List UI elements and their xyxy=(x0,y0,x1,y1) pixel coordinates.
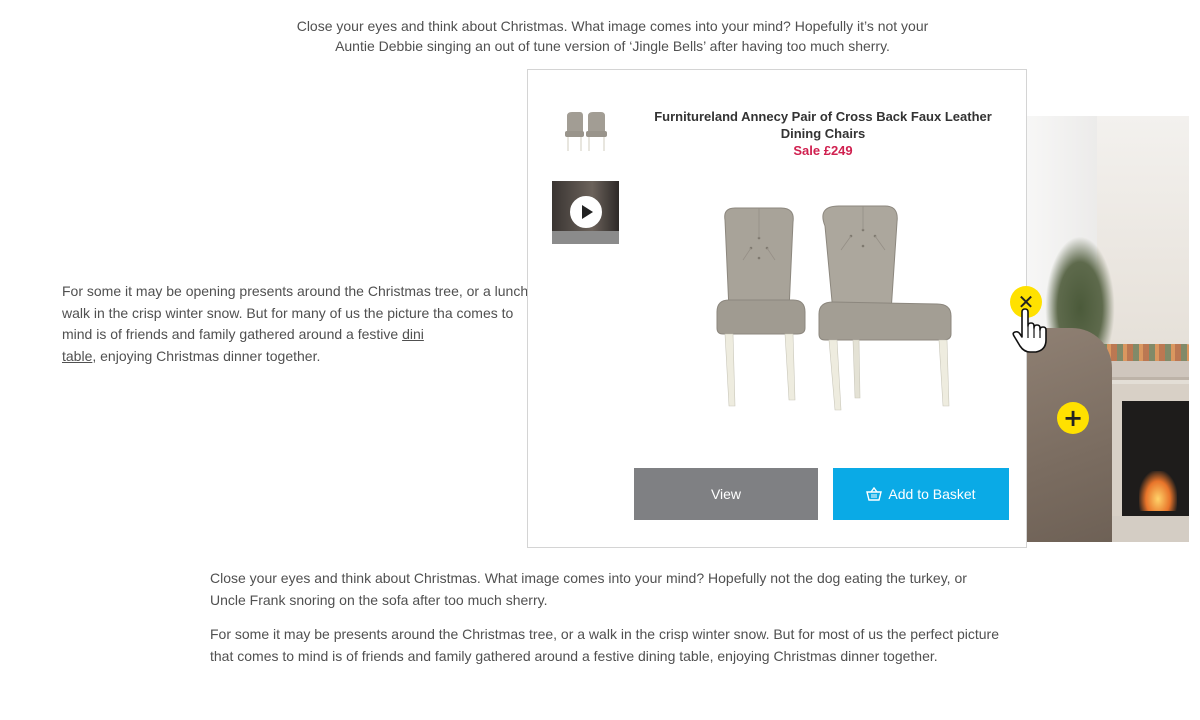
add-to-basket-label: Add to Basket xyxy=(888,486,976,502)
intro-paragraph: Close your eyes and think about Christma… xyxy=(230,16,995,56)
dining-table-link[interactable]: dini xyxy=(402,326,424,342)
video-thumbnail[interactable] xyxy=(552,181,619,244)
left-paragraph-tail: , enjoying Christmas dinner together. xyxy=(92,347,321,364)
chairs-thumbnail-image xyxy=(564,111,607,151)
bottom-paragraph-2: For some it may be presents around the C… xyxy=(210,626,1000,664)
intro-line-2: Auntie Debbie singing an out of tune ver… xyxy=(335,38,890,54)
product-price: Sale £249 xyxy=(793,143,853,158)
product-thumbnail[interactable] xyxy=(552,100,619,163)
view-button[interactable]: View xyxy=(634,468,818,520)
left-paragraph-text: For some it may be opening presents arou… xyxy=(62,283,529,342)
dining-table-link-continued[interactable]: table xyxy=(62,348,92,364)
plus-glyph: + xyxy=(1062,404,1084,432)
intro-line-1: Close your eyes and think about Christma… xyxy=(296,18,929,34)
product-image xyxy=(716,205,952,411)
view-button-label: View xyxy=(710,486,742,502)
basket-icon xyxy=(866,487,883,501)
product-popup: Furnitureland Annecy Pair of Cross Back … xyxy=(527,69,1027,548)
product-title: Furnitureland Annecy Pair of Cross Back … xyxy=(654,109,992,141)
room-photo xyxy=(1027,116,1189,542)
plus-icon[interactable]: + xyxy=(1057,402,1089,434)
play-icon[interactable] xyxy=(569,195,602,228)
bottom-paragraph-1: Close your eyes and think about Christma… xyxy=(210,570,967,608)
add-to-basket-button[interactable]: Add to Basket xyxy=(833,468,1009,520)
hand-pointer-icon xyxy=(1012,308,1047,353)
bottom-article-text: Close your eyes and think about Christma… xyxy=(210,567,1000,679)
left-paragraph: For some it may be opening presents arou… xyxy=(62,281,532,367)
